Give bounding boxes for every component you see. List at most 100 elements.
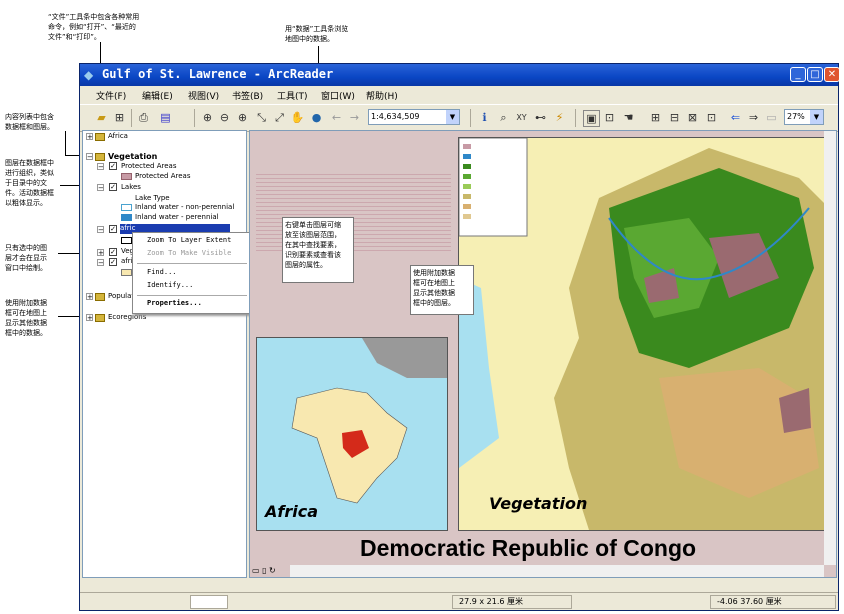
zoom-combo[interactable]: 27% ▼ xyxy=(784,109,824,125)
zoom-value: 27% xyxy=(787,112,805,121)
data-frame-icon xyxy=(95,293,105,301)
callout-line-toc xyxy=(65,131,66,155)
fixed-page-out-icon[interactable]: ⊡ xyxy=(704,110,719,125)
layer-checkbox[interactable]: ✓ xyxy=(109,183,117,191)
toc-item-lakes[interactable]: Lakes xyxy=(121,183,141,191)
layer-checkbox[interactable]: ✓ xyxy=(109,248,117,256)
toc-item-protected-areas[interactable]: Protected Areas xyxy=(121,162,176,170)
expand-icon[interactable]: + xyxy=(86,133,93,141)
legend-swatch xyxy=(121,204,132,211)
zoom-layer-icon[interactable]: ⊕ xyxy=(235,110,250,125)
status-bar: 27.9 x 21.6 厘米 -4.06 37.60 厘米 xyxy=(80,592,838,611)
title-bar: ◆ Gulf of St. Lawrence - ArcReader _ □ ✕ xyxy=(80,64,840,86)
select-elements-icon[interactable]: ▣ xyxy=(583,110,600,127)
layer-checkbox[interactable]: ✓ xyxy=(109,225,117,233)
close-button[interactable]: ✕ xyxy=(824,67,840,82)
chevron-down-icon: ▼ xyxy=(810,110,823,124)
horizontal-scrollbar[interactable] xyxy=(290,565,824,577)
table-of-contents: + Africa − Vegetation − ✓ Protected Area… xyxy=(82,130,247,578)
window-title: Gulf of St. Lawrence - ArcReader xyxy=(102,67,334,81)
legend-label: Inland water - perennial xyxy=(135,213,219,221)
menu-item-properties[interactable]: Properties... xyxy=(147,299,202,307)
menu-tools[interactable]: 工具(T) xyxy=(277,89,308,102)
hyperlink-icon[interactable]: ⚡ xyxy=(552,110,567,125)
data-frame-icon xyxy=(95,153,105,161)
menu-item-find[interactable]: Find... xyxy=(147,268,177,276)
callout-file-menu: “文件”工具条中包含各种常用 命令，例如“打开”、“最近的 文件”和“打印”。 xyxy=(48,13,140,41)
layer-checkbox[interactable]: ✓ xyxy=(109,258,117,266)
scale-combo[interactable]: 1:4,634,509 ▼ xyxy=(368,109,460,125)
callout-data-toolbar: 用“数据”工具条浏览 地图中的数据。 xyxy=(285,25,349,43)
identify-icon[interactable]: ℹ xyxy=(477,110,492,125)
legend-swatch xyxy=(121,237,132,244)
full-extent-icon[interactable]: ● xyxy=(309,110,324,125)
back-icon[interactable]: ← xyxy=(329,110,344,125)
grid-icon[interactable]: ⊞ xyxy=(112,110,127,125)
expand-icon[interactable]: + xyxy=(97,249,104,257)
menu-help[interactable]: 帮助(H) xyxy=(366,89,398,102)
callout-layer-groups: 图层在数据框中 进行组织，类似 于目录中的文 件。活动数据框 以粗体显示。 xyxy=(5,159,54,207)
layout-icon[interactable]: ▤ xyxy=(158,110,173,125)
expand-icon[interactable]: + xyxy=(86,293,93,301)
vegetation-map xyxy=(459,138,829,530)
collapse-icon[interactable]: − xyxy=(97,259,104,267)
menu-item-zoom-extent[interactable]: Zoom To Layer Extent xyxy=(147,236,231,244)
zoom-in-icon[interactable]: ⊕ xyxy=(200,110,215,125)
map-display[interactable]: Vegetation Africa Democratic Republic of… xyxy=(249,130,837,578)
zoom-out-icon[interactable]: ⊖ xyxy=(217,110,232,125)
zoom-page-in-icon[interactable]: ⊡ xyxy=(602,110,617,125)
menu-item-identify[interactable]: Identify... xyxy=(147,281,193,289)
menu-window[interactable]: 窗口(W) xyxy=(321,89,355,102)
toolbar: ▰ ⊞ ⎙ ▤ ⊕ ⊖ ⊕ ⤡ ⤢ ✋ ● ← → 1:4,634,509 ▼ … xyxy=(80,104,838,132)
arcreader-window: ◆ Gulf of St. Lawrence - ArcReader _ □ ✕… xyxy=(79,63,840,611)
toggle-draft-icon[interactable]: ▭ xyxy=(764,110,779,125)
zoom-whole-page-icon[interactable]: ⊞ xyxy=(648,110,663,125)
callout-right-click: 右键单击图层可缩 放至该图层范围， 在其中查找要素， 识别要素或查看该 图层的属性。 xyxy=(282,217,354,283)
menu-file[interactable]: 文件(F) xyxy=(96,89,126,102)
collapse-icon[interactable]: − xyxy=(97,163,104,171)
find-icon[interactable]: ⌕ xyxy=(496,110,511,125)
print-icon[interactable]: ⎙ xyxy=(136,110,151,125)
africa-inset-frame[interactable]: Africa xyxy=(256,337,448,531)
page-forward-icon[interactable]: ⇒ xyxy=(746,110,761,125)
toc-item-africa[interactable]: Africa xyxy=(108,132,128,140)
maximize-button[interactable]: □ xyxy=(807,67,823,82)
legend-label: Inland water - non-perennial xyxy=(135,203,235,211)
open-icon[interactable]: ▰ xyxy=(94,110,109,125)
vegetation-label: Vegetation xyxy=(489,494,588,513)
pan-page-icon[interactable]: ☚ xyxy=(621,110,636,125)
forward-icon[interactable]: → xyxy=(347,110,362,125)
menu-item-zoom-visible[interactable]: Zoom To Make Visible xyxy=(147,249,231,257)
menu-bookmarks[interactable]: 书签(B) xyxy=(232,89,263,102)
page-size: 27.9 x 21.6 厘米 xyxy=(452,595,572,609)
vegetation-frame[interactable]: Vegetation xyxy=(458,137,830,531)
menu-view[interactable]: 视图(V) xyxy=(188,89,219,102)
vertical-scrollbar[interactable] xyxy=(824,131,836,565)
callout-extra-frames: 使用附加数据 框可在地图上 显示其他数据 框中的数据。 xyxy=(5,299,47,337)
collapse-icon[interactable]: − xyxy=(86,153,93,161)
toc-item-ecoregions[interactable]: Ecoregions xyxy=(108,313,146,321)
page-back-icon[interactable]: ⇐ xyxy=(728,110,743,125)
collapse-icon[interactable]: − xyxy=(97,226,104,234)
africa-label: Africa xyxy=(265,502,318,521)
zoom-100-icon[interactable]: ⊟ xyxy=(667,110,682,125)
toc-item-population[interactable]: Populat xyxy=(108,292,134,300)
fixed-zoom-in-icon[interactable]: ⤡ xyxy=(254,110,269,125)
legend-swatch xyxy=(121,269,132,276)
data-frame-icon xyxy=(95,314,105,322)
measure-icon[interactable]: ⊷ xyxy=(533,110,548,125)
goto-xy-icon[interactable]: XY xyxy=(514,110,529,125)
legend-swatch xyxy=(121,214,132,221)
callout-checked-layers: 只有选中的图 层才会在显示 窗口中绘制。 xyxy=(5,244,47,272)
minimize-button[interactable]: _ xyxy=(790,67,806,82)
fixed-zoom-out-icon[interactable]: ⤢ xyxy=(272,110,287,125)
expand-icon[interactable]: + xyxy=(86,314,93,322)
toc-item-vegetation[interactable]: Vegetation xyxy=(108,152,157,161)
fixed-page-in-icon[interactable]: ⊠ xyxy=(685,110,700,125)
pan-icon[interactable]: ✋ xyxy=(290,110,305,125)
layer-checkbox[interactable]: ✓ xyxy=(109,162,117,170)
view-toggle-icons[interactable]: ▭ ▯ ↻ xyxy=(252,566,276,575)
status-progress xyxy=(190,595,228,609)
menu-edit[interactable]: 编辑(E) xyxy=(142,89,173,102)
collapse-icon[interactable]: − xyxy=(97,184,104,192)
